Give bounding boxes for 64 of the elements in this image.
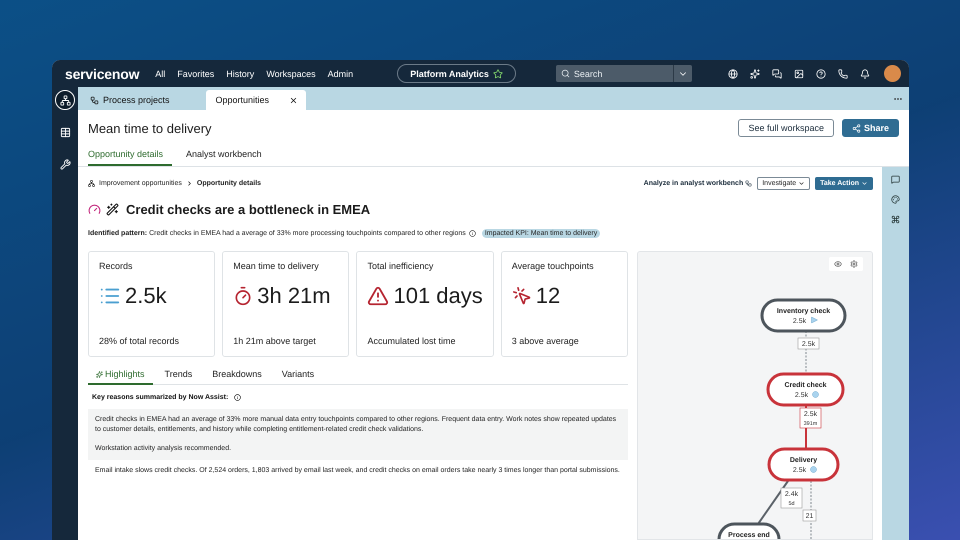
command-icon[interactable] [891,215,900,224]
caret-icon [861,180,868,187]
eye-icon[interactable] [834,260,842,268]
help-icon[interactable] [816,68,826,78]
warning-icon [367,285,390,307]
metric-value: 2.5k [125,283,167,309]
tab[interactable]: Variants [274,365,322,385]
workspace-button[interactable]: Platform Analytics [397,64,516,83]
page-title: Mean time to delivery [88,120,212,136]
chevron-icon [186,180,193,187]
metric-note: Accumulated lost time [367,336,457,346]
metric-label: Total inefficiency [367,261,434,271]
notification-icon[interactable] [860,68,870,78]
tab[interactable]: Analyst workbench [186,145,262,166]
opportunity-title: Credit checks are a bottleneck in EMEA [126,202,370,217]
cursor-click-icon [512,286,532,306]
sparkle-icon [96,370,103,378]
image-icon[interactable] [794,68,804,78]
share-icon [852,124,861,132]
nav-link[interactable]: History [226,68,254,78]
comment-icon[interactable] [891,175,900,184]
metric-note: 28% of total records [99,336,180,346]
search-field[interactable]: Search [556,65,673,82]
palette-icon[interactable] [891,195,900,204]
search-dropdown-button[interactable] [672,65,692,82]
metric-label: Average touchpoints [512,261,595,271]
tab[interactable]: Opportunities [206,90,306,110]
caret-icon [798,180,806,187]
hierarchy-icon [745,180,752,187]
search-icon [560,69,570,78]
settings-icon[interactable] [850,260,858,268]
chat-icon[interactable] [772,68,782,78]
hierarchy-icon [88,180,95,187]
tab[interactable]: Process projects [86,90,178,110]
gauge-icon [88,203,101,216]
metric-label: Records [99,261,134,271]
stopwatch-icon [233,286,254,306]
info-icon[interactable] [468,230,476,237]
sparkle-icon[interactable] [750,68,760,78]
tab[interactable]: Opportunity details [88,145,172,166]
globe-icon[interactable] [728,68,738,78]
tab[interactable]: Breakdowns [204,365,270,385]
metric-value: 12 [536,283,560,309]
metric-note: 3 above average [512,336,580,346]
tab[interactable]: Highlights [88,365,153,385]
logo[interactable]: servicenow [65,66,140,82]
tab[interactable]: Trends [156,365,200,385]
workspace-button[interactable]: See full workspace [738,119,834,137]
metric-value: 3h 21m [257,283,331,309]
share-button[interactable]: Share [842,119,899,137]
nav-link[interactable]: Workspaces [266,68,316,78]
hierarchy-icon [90,96,99,104]
user-avatar[interactable] [884,65,901,82]
tree-icon[interactable] [55,90,75,110]
nav-link[interactable]: All [155,68,166,78]
nav-link[interactable]: Admin [328,68,354,78]
metric-value: 101 days [393,283,483,309]
phone-icon[interactable] [838,68,848,78]
info-icon[interactable] [234,394,242,401]
magic-wand-icon [106,203,119,216]
metric-note: 1h 21m above target [233,336,317,346]
nav-link[interactable]: Favorites [177,68,214,78]
metric-label: Mean time to delivery [233,261,320,271]
close-icon[interactable] [288,96,298,104]
